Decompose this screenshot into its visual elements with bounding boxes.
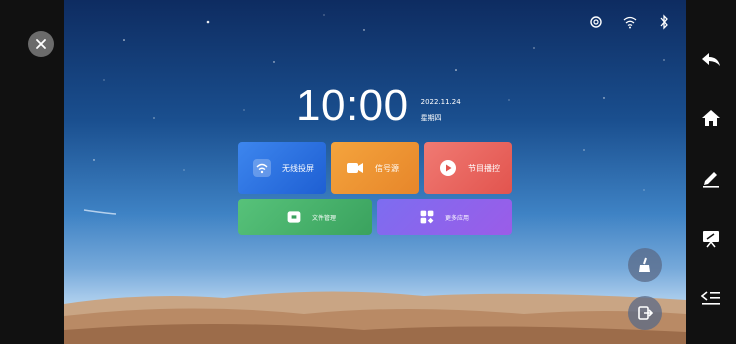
home-screen: 10:00 2022.11.24 星期四 无线投屏 信号源 节目播控 文件管理 … [64,0,686,344]
back-button[interactable] [697,46,725,74]
exit-icon [638,306,654,320]
clock-date: 2022.11.24 [420,98,461,106]
tile-label: 更多应用 [445,214,470,222]
whiteboard-button[interactable] [697,224,725,252]
status-bar [588,14,672,30]
home-button[interactable] [697,104,725,132]
date-block: 2022.11.24 星期四 [421,94,461,126]
right-sidebar [686,0,736,344]
left-bezel [0,0,64,344]
desert-dunes [64,291,686,344]
wifi-icon[interactable] [622,14,638,30]
apps-grid-icon [420,210,434,224]
tile-label: 信号源 [375,163,399,173]
exit-button[interactable] [628,296,662,330]
play-icon [440,160,456,176]
cleanup-button[interactable] [628,248,662,282]
annotate-button[interactable] [697,164,725,192]
whiteboard-icon [703,231,719,248]
camera-icon [347,163,363,173]
clock-time: 10:00 [296,81,409,130]
tile-label: 无线投屏 [282,163,314,173]
collapse-menu-icon [701,291,720,305]
back-icon [702,53,720,66]
pen-icon [703,172,719,188]
folder-icon [287,211,301,223]
tile-program-control[interactable]: 节目播控 [424,142,512,194]
tile-signal-source[interactable]: 信号源 [331,142,419,194]
tile-wireless-cast[interactable]: 无线投屏 [238,142,326,194]
device-frame: 10:00 2022.11.24 星期四 无线投屏 信号源 节目播控 文件管理 … [0,0,736,344]
collapse-menu-button[interactable] [697,284,725,312]
close-icon [36,39,46,49]
clock-widget: 10:00 2022.11.24 星期四 [296,82,461,130]
tile-label: 文件管理 [312,214,337,222]
bluetooth-icon[interactable] [656,14,672,30]
home-icon [702,110,720,126]
broom-icon [639,257,650,272]
tile-more-apps[interactable]: 更多应用 [377,199,512,235]
close-button[interactable] [28,31,54,57]
gear-icon[interactable] [588,14,604,30]
wifi-cast-icon [253,159,271,177]
tile-label: 节目播控 [468,163,500,173]
tile-file-manager[interactable]: 文件管理 [238,199,372,235]
clock-weekday: 星期四 [420,114,442,122]
